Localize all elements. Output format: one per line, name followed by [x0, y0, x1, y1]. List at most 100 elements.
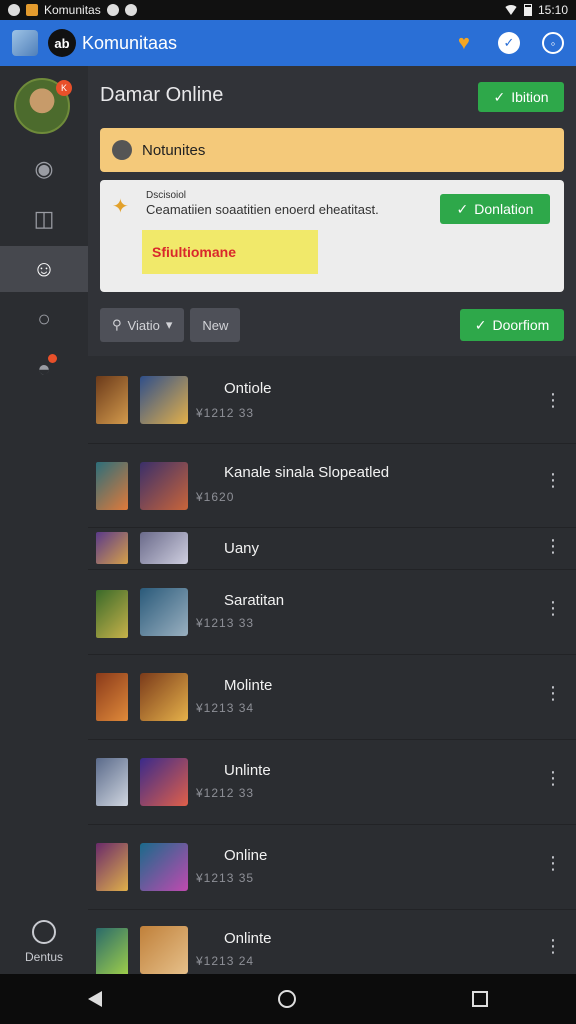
row-subtitle: ¥1212 33: [196, 786, 255, 800]
sidebar-item-notifications[interactable]: ◓: [0, 346, 88, 392]
more-icon[interactable]: ⋮: [544, 390, 562, 411]
more-icon[interactable]: ⋮: [544, 936, 562, 957]
more-icon[interactable]: ⋮: [544, 768, 562, 789]
donation-button[interactable]: ✓ Donlation: [440, 194, 550, 224]
list-item[interactable]: Saratitan ¥1213 33 ⋮: [88, 570, 576, 655]
filter-dropdown-label: Viatio: [127, 317, 160, 333]
row-name: Kanale sinala Slopeatled: [224, 464, 390, 481]
list-item[interactable]: Molinte ¥1213 34 ⋮: [88, 655, 576, 740]
filter-bar: ⚲ Viatio ▾ New: [100, 308, 241, 342]
check-icon: ✓: [493, 88, 506, 105]
row-name: Onlinte: [224, 930, 272, 947]
more-icon[interactable]: ⋮: [544, 536, 562, 557]
app-icon[interactable]: [12, 30, 38, 56]
game-thumb-small: [96, 843, 128, 891]
chat-icon: ☺: [32, 256, 56, 281]
settings-icon[interactable]: ◦: [542, 32, 564, 54]
row-name: Unlinte: [224, 762, 271, 779]
card-small-label: Dscisoiol: [146, 190, 187, 201]
sidebar-item-chat[interactable]: ☺: [0, 246, 88, 292]
puzzle-icon: ✦: [112, 196, 129, 218]
row-subtitle: ¥1620: [196, 490, 235, 504]
game-thumb-small: [96, 376, 128, 424]
home-icon[interactable]: [278, 990, 296, 1008]
recents-icon[interactable]: [472, 991, 488, 1007]
clock-icon: [32, 920, 56, 944]
game-thumb: [140, 376, 188, 424]
sidebar: K ◉ ◫ ☺ ○ ◓ Dentus: [0, 66, 88, 974]
more-icon[interactable]: ⋮: [544, 470, 562, 491]
row-subtitle: ¥1213 34: [196, 701, 255, 715]
sidebar-item-search[interactable]: ○: [0, 296, 88, 342]
game-list: Ontiole ¥1212 33 ⋮ Kanale sinala Slopeat…: [88, 356, 576, 990]
top-action-button[interactable]: ✓ Ibition: [478, 82, 564, 112]
game-thumb: [140, 673, 188, 721]
camera-icon: ◉: [34, 156, 54, 181]
community-logo: ab: [48, 29, 76, 57]
sidebar-item-photo[interactable]: ◫: [0, 196, 88, 242]
main-content: Damar Online ✓ Ibition Notunites ✦ Dsciso…: [88, 66, 576, 990]
game-thumb-small: [96, 758, 128, 806]
row-subtitle: ¥1213 35: [196, 871, 255, 885]
avatar-badge: K: [56, 80, 72, 96]
game-thumb-small: [96, 462, 128, 510]
list-item[interactable]: Online ¥1213 35 ⋮: [88, 825, 576, 910]
row-name: Saratitan: [224, 592, 285, 609]
game-thumb: [140, 926, 188, 974]
top-action-label: Ibition: [511, 89, 549, 105]
system-nav-bar: [0, 974, 576, 1024]
notice-avatar: [112, 140, 132, 160]
row-subtitle: ¥1212 33: [196, 406, 255, 420]
new-filter-label: New: [202, 317, 229, 333]
list-item[interactable]: Uany ⋮: [88, 528, 576, 570]
game-thumb: [140, 532, 188, 564]
wifi-icon: [503, 5, 518, 15]
game-thumb-small: [96, 532, 128, 564]
status-time: 15:10: [537, 3, 568, 17]
page-title: Damar Online: [100, 84, 224, 106]
game-thumb: [140, 758, 188, 806]
check-icon: ✓: [474, 316, 487, 333]
game-thumb-small: [96, 673, 128, 721]
list-item[interactable]: Ontiole ¥1212 33 ⋮: [88, 356, 576, 444]
game-thumb-small: [96, 928, 128, 976]
notice-banner[interactable]: Notunites: [100, 128, 564, 172]
info-card: ✦ Dscisoiol Ceamatiien soaatitien enoerd…: [100, 180, 564, 292]
row-name: Molinte: [224, 677, 273, 694]
promo-banner[interactable]: Sfiultiomane: [142, 230, 318, 274]
photo-icon: ◫: [33, 206, 55, 231]
check-icon: ✓: [456, 200, 469, 217]
row-subtitle: ¥1213 33: [196, 616, 255, 630]
check-circle-icon[interactable]: ✓: [498, 32, 520, 54]
notification-icon: [8, 4, 20, 16]
game-thumb: [140, 843, 188, 891]
row-subtitle: ¥1213 24: [196, 954, 255, 968]
battery-icon: [523, 4, 532, 16]
promo-text: Sfiultiomane: [152, 244, 237, 260]
app-bar: ab Komunitaas ♥ ✓ ◦: [0, 20, 576, 66]
status-title: Komunitas: [44, 3, 101, 17]
new-filter-chip[interactable]: New: [190, 308, 241, 342]
row-name: Uany: [224, 540, 260, 557]
chevron-down-icon: ▾: [165, 317, 173, 332]
game-thumb: [140, 462, 188, 510]
action-button[interactable]: ✓ Doorfiom: [460, 309, 564, 341]
list-item[interactable]: Kanale sinala Slopeatled ¥1620 ⋮: [88, 444, 576, 528]
heart-icon[interactable]: ♥: [458, 33, 476, 53]
sidebar-footer-label: Dentus: [24, 950, 64, 964]
card-description: Ceamatiien soaatitien enoerd eheatitast.: [146, 202, 379, 217]
back-icon[interactable]: [88, 991, 102, 1007]
more-icon[interactable]: ⋮: [544, 598, 562, 619]
more-icon[interactable]: ⋮: [544, 683, 562, 704]
notification-dot: [48, 354, 57, 363]
filter-dropdown[interactable]: ⚲ Viatio ▾: [100, 308, 185, 342]
status-bar: Komunitas 15:10: [0, 0, 576, 20]
sidebar-footer[interactable]: Dentus: [0, 920, 88, 964]
game-thumb-small: [96, 590, 128, 638]
row-name: Ontiole: [224, 380, 272, 397]
notice-text: Notunites: [142, 141, 206, 159]
more-icon[interactable]: ⋮: [544, 853, 562, 874]
game-thumb: [140, 588, 188, 636]
list-item[interactable]: Unlinte ¥1212 33 ⋮: [88, 740, 576, 825]
sidebar-item-camera[interactable]: ◉: [0, 146, 88, 192]
